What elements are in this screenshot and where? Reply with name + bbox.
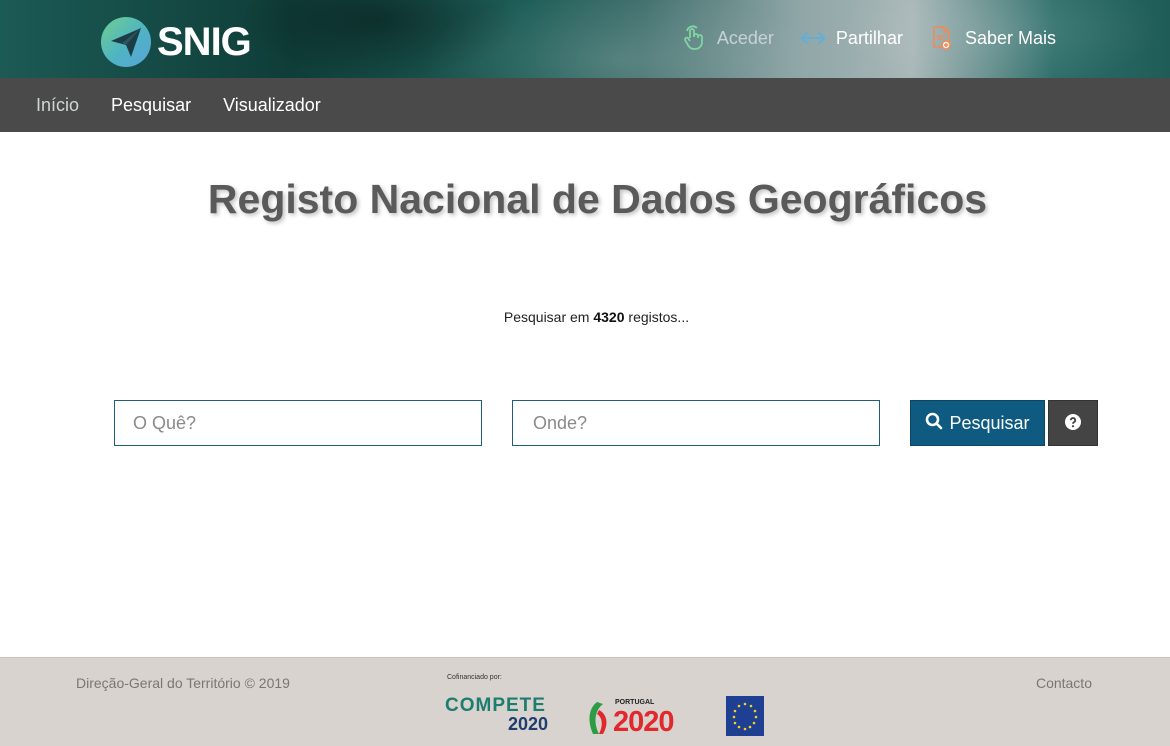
share-arrows-icon	[800, 25, 826, 51]
help-button[interactable]	[1048, 400, 1098, 446]
portugal-2020-mark-icon	[589, 702, 607, 734]
subtitle-suffix: registos...	[628, 309, 690, 325]
main-nav: Início Pesquisar Visualizador	[0, 78, 1170, 132]
compete-logo-top: COMPETE	[445, 695, 546, 716]
nav-item-visualizador[interactable]: Visualizador	[223, 95, 321, 116]
logo-text: SNIG	[157, 20, 252, 64]
copyright-text: Direção-Geral do Território © 2019	[76, 675, 290, 691]
portugal-year: 2020	[613, 706, 675, 738]
portugal-2020-logo[interactable]: PORTUGAL 2020	[585, 698, 700, 738]
record-count-text: Pesquisar em 4320 registos...	[0, 309, 1170, 325]
search-icon	[925, 412, 943, 435]
header-link-partilhar[interactable]: Partilhar	[800, 22, 903, 54]
portugal-label: PORTUGAL	[615, 699, 655, 706]
hand-touch-icon	[681, 25, 707, 51]
eu-flag-icon[interactable]	[726, 696, 764, 736]
search-button-label: Pesquisar	[949, 412, 1030, 433]
page-title: Registo Nacional de Dados Geográficos	[207, 176, 988, 222]
header-link-label: Saber Mais	[964, 27, 1056, 48]
subtitle-prefix: Pesquisar em	[503, 309, 590, 325]
compete-2020-logo[interactable]: COMPETE 2020	[445, 696, 560, 738]
question-circle-icon	[1065, 413, 1081, 433]
header-link-saber-mais[interactable]: Saber Mais	[929, 22, 1056, 54]
cofinanced-label: Cofinanciado por:	[447, 674, 502, 681]
site-header: SNIG Aceder Partilhar Saber Mais	[0, 0, 1170, 78]
header-link-aceder[interactable]: Aceder	[681, 22, 774, 54]
header-link-label: Aceder	[716, 27, 774, 48]
paper-plane-logo-icon	[101, 17, 151, 67]
what-search-input[interactable]	[114, 400, 482, 446]
document-plus-icon	[929, 25, 955, 51]
nav-item-inicio[interactable]: Início	[36, 95, 79, 116]
header-link-label: Partilhar	[835, 27, 903, 48]
compete-logo-bottom: 2020	[508, 714, 549, 734]
header-nav: Aceder Partilhar Saber Mais	[681, 22, 1056, 54]
search-button[interactable]: Pesquisar	[910, 400, 1045, 446]
contact-link[interactable]: Contacto	[1036, 675, 1092, 691]
record-count: 4320	[593, 309, 625, 325]
where-search-input[interactable]	[512, 400, 880, 446]
site-footer: Direção-Geral do Território © 2019 Cofin…	[0, 657, 1170, 746]
nav-item-pesquisar[interactable]: Pesquisar	[111, 95, 191, 116]
snig-logo[interactable]: SNIG	[101, 16, 252, 68]
